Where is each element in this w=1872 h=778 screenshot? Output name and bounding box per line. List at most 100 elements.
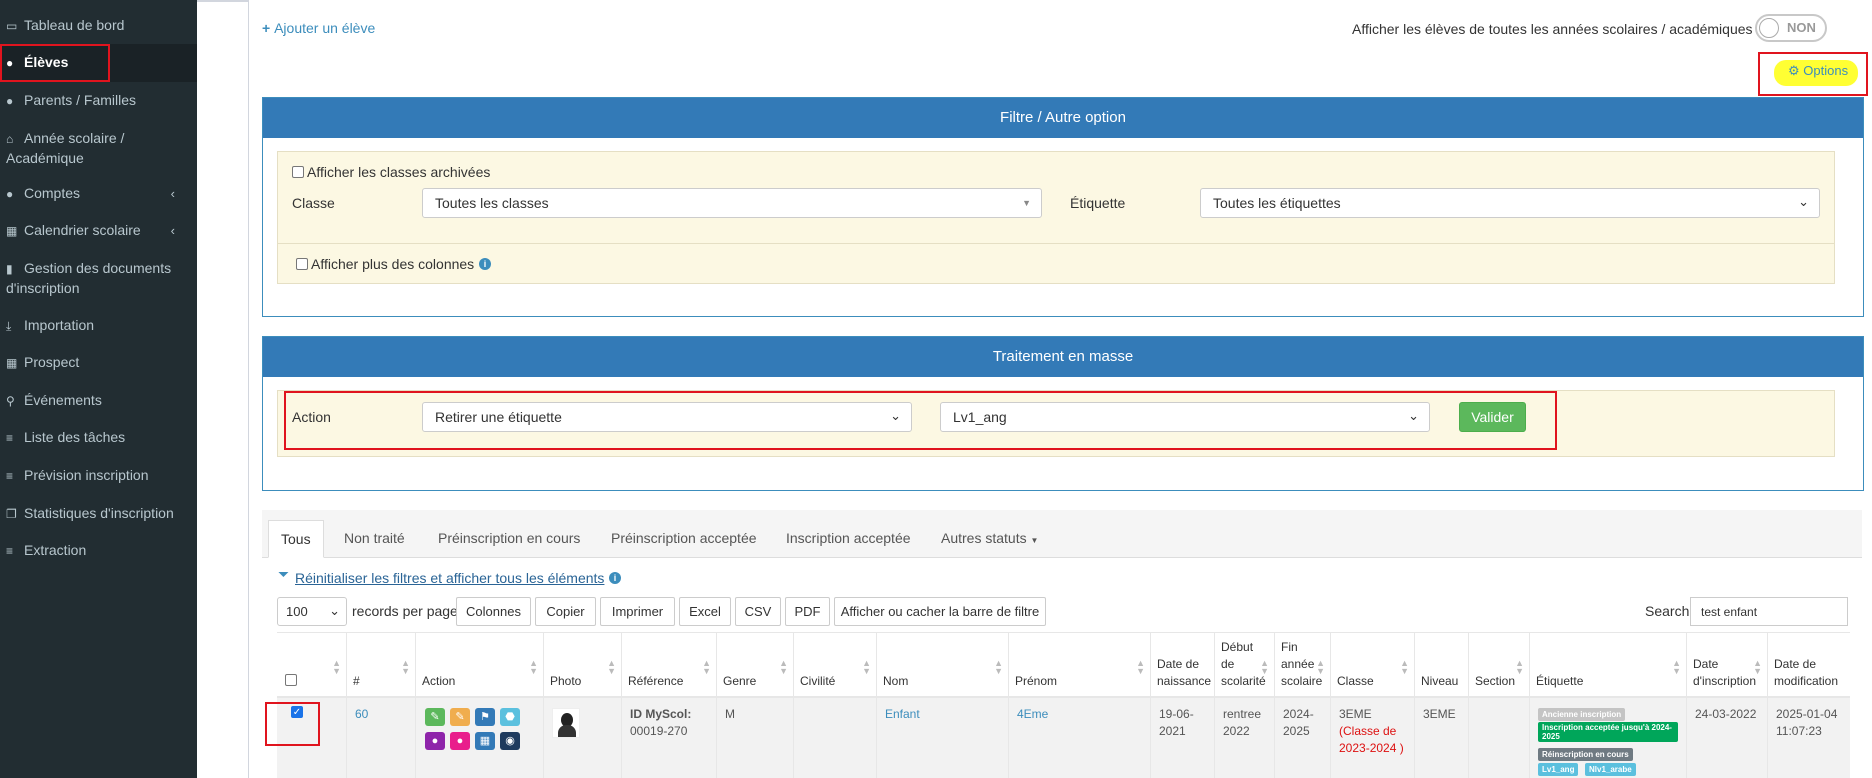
row-fin: 2024-2025 — [1275, 698, 1331, 778]
class-label: Classe — [292, 195, 335, 211]
calendar-icon[interactable]: ▦ — [475, 732, 495, 750]
select-all-checkbox[interactable] — [285, 674, 297, 686]
list-icon: ≡ — [6, 469, 14, 483]
col-section[interactable]: Section ▲ ▼ — [1469, 633, 1530, 696]
download-icon: ⤓ — [6, 319, 12, 333]
sidebar-item-documents[interactable]: ▮ Gestion des documents d'inscription — [0, 259, 197, 298]
col-date-naissance[interactable]: Date de naissance — [1151, 633, 1215, 696]
home-icon: ⌂ — [6, 132, 14, 146]
sidebar-item-accounts[interactable]: ● Comptes ‹ — [0, 184, 197, 204]
sidebar-item-import[interactable]: ⤓ Importation — [0, 316, 197, 336]
page-size-select[interactable]: 100 ⌄ — [277, 597, 347, 626]
user-circle-icon[interactable]: ◉ — [500, 732, 520, 750]
sort-icon: ▲ ▼ — [702, 658, 711, 676]
tag-icon[interactable]: ⬣ — [500, 708, 520, 726]
sidebar-item-events[interactable]: ⚲ Événements — [0, 391, 197, 411]
add-student-link[interactable]: + Ajouter un élève — [262, 20, 375, 36]
chevron-left-icon: ‹ — [170, 186, 175, 201]
info-icon[interactable]: i — [609, 572, 621, 584]
comment-icon[interactable]: ● — [450, 732, 470, 750]
avatar — [552, 708, 580, 738]
columns-button[interactable]: Colonnes — [456, 597, 531, 626]
sidebar-item-students[interactable]: ● Élèves — [0, 44, 197, 82]
action-select[interactable]: Retirer une étiquette ⌄ — [422, 402, 912, 432]
tab-preregistration-accepted[interactable]: Préinscription acceptée — [599, 520, 769, 558]
col-debut-scolarite[interactable]: Début de scolarité ▲ ▼ — [1215, 633, 1275, 696]
sort-icon: ▲ ▼ — [1260, 658, 1269, 676]
pencil-icon[interactable]: ✎ — [450, 708, 470, 726]
class-select[interactable]: Toutes les classes ▼ — [422, 188, 1042, 218]
sort-icon: ▲ ▼ — [1136, 658, 1145, 676]
validate-button[interactable]: Valider — [1459, 402, 1526, 432]
chevron-down-icon: ⌄ — [329, 603, 340, 618]
tab-all[interactable]: Tous — [268, 520, 324, 558]
sidebar-item-forecast[interactable]: ≡ Prévision inscription — [0, 466, 197, 486]
flag-icon[interactable]: ⚑ — [475, 708, 495, 726]
filter-reset-icon: ⏷ — [278, 566, 290, 582]
info-icon[interactable]: i — [479, 258, 491, 270]
tag-badge: Lv1_ang — [1538, 763, 1579, 776]
chevron-down-icon: ⌄ — [1408, 408, 1419, 423]
copy-button[interactable]: Copier — [535, 597, 596, 626]
comment-icon[interactable]: ● — [425, 732, 445, 750]
col-fin-annee[interactable]: Fin année scolaire ▲ ▼ — [1275, 633, 1331, 696]
sidebar-item-parents[interactable]: ● Parents / Familles — [0, 91, 197, 111]
csv-button[interactable]: CSV — [735, 597, 781, 626]
row-nom[interactable]: Enfant — [877, 698, 1009, 778]
sort-icon: ▲ ▼ — [862, 658, 871, 676]
col-photo[interactable]: Photo ▲ ▼ — [544, 633, 622, 696]
tag-filter-select[interactable]: Toutes les étiquettes ⌄ — [1200, 188, 1820, 218]
row-checkbox[interactable]: ✓ — [291, 706, 303, 718]
sidebar-item-prospect[interactable]: ▦ Prospect — [0, 353, 197, 373]
sidebar-item-tasks[interactable]: ≡ Liste des tâches — [0, 428, 197, 448]
col-classe[interactable]: Classe ▲ ▼ — [1331, 633, 1415, 696]
sidebar-item-extraction[interactable]: ≡ Extraction — [0, 541, 197, 561]
pdf-button[interactable]: PDF — [785, 597, 830, 626]
row-niveau: 3EME — [1415, 698, 1469, 778]
sidebar-item-school-year[interactable]: ⌂ Année scolaire / Académique — [0, 129, 197, 168]
search-input[interactable] — [1690, 597, 1848, 626]
sort-icon: ▲ ▼ — [1400, 658, 1409, 676]
print-button[interactable]: Imprimer — [600, 597, 675, 626]
col-genre[interactable]: Genre ▲ ▼ — [717, 633, 794, 696]
tab-not-processed[interactable]: Non traité — [332, 520, 417, 558]
show-all-years-toggle[interactable]: NON — [1755, 14, 1827, 42]
col-date-inscription[interactable]: Date d'inscription ▲ ▼ — [1687, 633, 1768, 696]
reset-filters-link[interactable]: Réinitialiser les filtres et afficher to… — [295, 570, 604, 586]
edit-icon[interactable]: ✎ — [425, 708, 445, 726]
col-action[interactable]: Action ▲ ▼ — [416, 633, 544, 696]
sidebar-item-statistics[interactable]: ❐ Statistiques d'inscription — [0, 504, 197, 524]
sort-icon: ▲ ▼ — [1515, 658, 1524, 676]
col-nom[interactable]: Nom ▲ ▼ — [877, 633, 1009, 696]
tag-badge: Ancienne inscription — [1538, 708, 1626, 721]
sort-icon: ▲ ▼ — [332, 658, 341, 676]
col-civilite[interactable]: Civilité ▲ ▼ — [794, 633, 877, 696]
sidebar-item-dashboard[interactable]: ▭ Tableau de bord — [0, 16, 197, 36]
col-prenom[interactable]: Prénom ▲ ▼ — [1009, 633, 1151, 696]
toggle-filter-bar-button[interactable]: Afficher ou cacher la barre de filtre — [834, 597, 1046, 626]
laptop-icon: ▭ — [6, 19, 18, 33]
excel-button[interactable]: Excel — [679, 597, 731, 626]
archived-classes-checkbox[interactable] — [292, 166, 304, 178]
col-niveau[interactable]: Niveau — [1415, 633, 1469, 696]
row-prenom[interactable]: 4Eme — [1009, 698, 1151, 778]
col-date-modification[interactable]: Date de modification — [1768, 633, 1850, 696]
tab-preregistration-pending[interactable]: Préinscription en cours — [426, 520, 592, 558]
grid-icon: ▦ — [6, 356, 18, 370]
sort-icon: ▲ ▼ — [1753, 658, 1762, 676]
sidebar-item-calendar[interactable]: ▦ Calendrier scolaire ‹ — [0, 221, 197, 241]
sort-icon: ▲ ▼ — [779, 658, 788, 676]
file-icon: ▮ — [6, 262, 13, 276]
more-columns-checkbox[interactable] — [296, 258, 308, 270]
tab-other-statuses[interactable]: Autres statuts ▼ — [929, 520, 1050, 558]
bulk-tag-select[interactable]: Lv1_ang ⌄ — [940, 402, 1430, 432]
map-marker-icon: ⚲ — [6, 394, 15, 408]
sort-icon: ▲ ▼ — [607, 658, 616, 676]
row-id[interactable]: 60 — [347, 698, 416, 778]
bulk-panel-title: Traitement en masse — [263, 337, 1863, 377]
tab-registration-accepted[interactable]: Inscription acceptée — [774, 520, 923, 558]
col-id[interactable]: # ▲ ▼ — [347, 633, 416, 696]
options-link[interactable]: ⚙ Options — [1788, 63, 1848, 79]
col-etiquette[interactable]: Étiquette ▲ ▼ — [1530, 633, 1687, 696]
col-reference[interactable]: Référence ▲ ▼ — [622, 633, 717, 696]
